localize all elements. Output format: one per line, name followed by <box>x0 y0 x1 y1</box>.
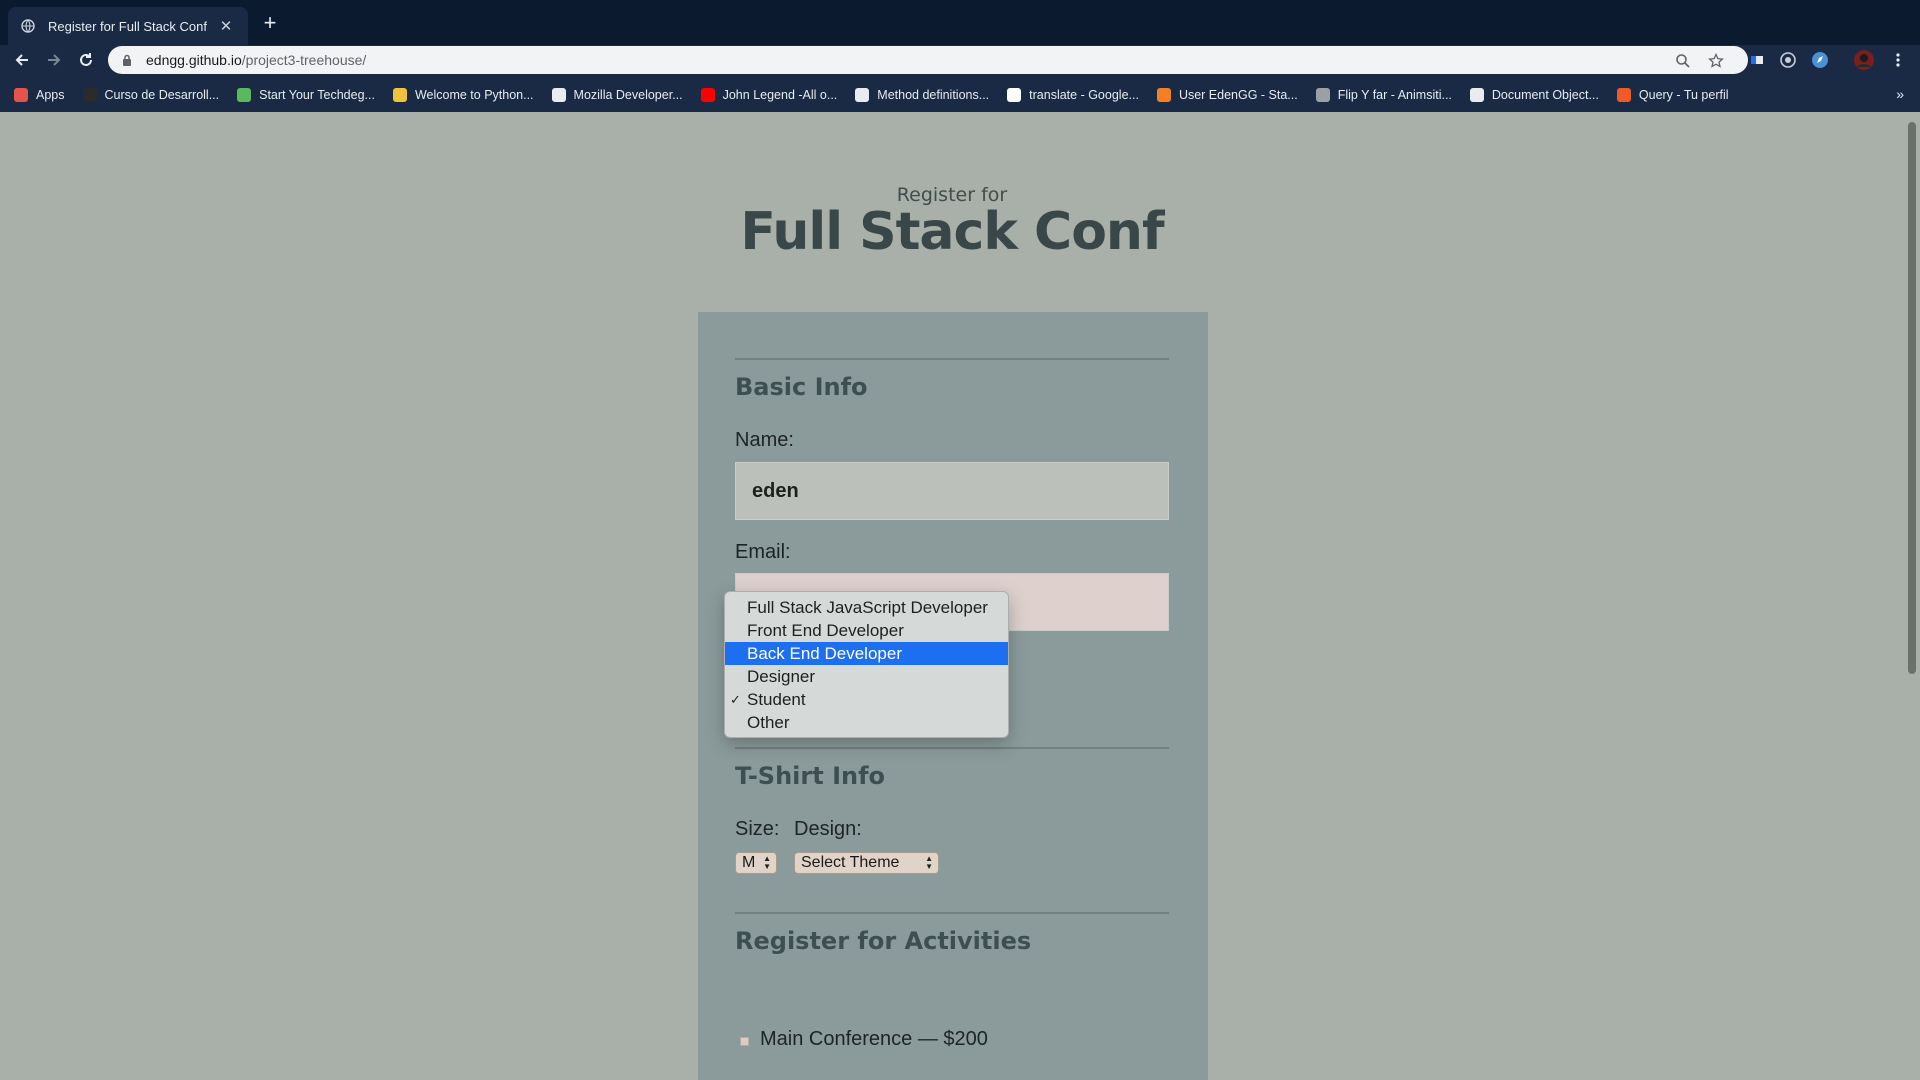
bookmark-item[interactable]: Flip Y far - Animsiti... <box>1315 88 1452 102</box>
job-role-option-label: Designer <box>747 667 816 686</box>
bookmark-item[interactable]: Start Your Techdeg... <box>237 88 375 102</box>
back-arrow-icon[interactable] <box>10 48 34 72</box>
design-select[interactable]: Select Theme ▲ ▼ <box>794 852 939 874</box>
job-role-option[interactable]: ✓ Student <box>725 688 1008 711</box>
bookmark-favicon-icon <box>1315 88 1330 102</box>
extension-compass-icon[interactable] <box>1810 50 1830 70</box>
globe-icon <box>20 18 36 34</box>
job-role-option[interactable]: Designer <box>725 665 1008 688</box>
bookmark-item[interactable]: User EdenGG - Sta... <box>1156 88 1298 102</box>
bookmark-label: Welcome to Python... <box>414 88 534 102</box>
bookmark-favicon-icon <box>1156 88 1171 102</box>
job-role-option[interactable]: Back End Developer <box>725 642 1008 665</box>
bookmark-label: Flip Y far - Animsiti... <box>1337 88 1452 102</box>
address-bar[interactable]: edngg.github.io/project3-treehouse/ <box>108 46 1748 74</box>
star-icon[interactable] <box>1707 52 1725 70</box>
bookmark-label: Curso de Desarroll... <box>104 88 220 102</box>
url-path: /project3-treehouse/ <box>241 52 367 68</box>
bookmark-favicon-icon <box>1007 88 1022 102</box>
size-label: Size: <box>735 818 780 840</box>
apps-grid-icon <box>14 88 28 102</box>
job-role-dropdown-menu[interactable]: Full Stack JavaScript Developer Front End… <box>724 591 1009 738</box>
bookmark-favicon-icon <box>237 88 252 102</box>
section-divider <box>735 912 1169 914</box>
profile-avatar[interactable] <box>1854 50 1874 70</box>
bookmark-item[interactable]: John Legend -All o... <box>700 88 838 102</box>
select-arrows-icon: ▲ ▼ <box>925 854 933 871</box>
job-role-option[interactable]: Front End Developer <box>725 619 1008 642</box>
name-label: Name: <box>735 429 794 451</box>
bookmark-label: Query - Tu perfil <box>1638 88 1729 102</box>
bookmark-label: John Legend -All o... <box>722 88 838 102</box>
bookmark-label: Method definitions... <box>877 88 990 102</box>
bookmark-item[interactable]: Curso de Desarroll... <box>82 88 220 102</box>
bookmark-label: Mozilla Developer... <box>573 88 683 102</box>
forward-arrow-icon[interactable] <box>42 48 66 72</box>
bookmark-item[interactable]: Apps <box>14 88 65 102</box>
tab-title: Register for Full Stack Conf <box>48 18 207 34</box>
main-conference-label[interactable]: Main Conference — $200 <box>760 1028 988 1051</box>
url-host: edngg.github.io <box>146 52 242 68</box>
extension-flag-icon[interactable] <box>1747 50 1767 70</box>
bookmark-favicon-icon <box>392 88 407 102</box>
bookmark-favicon-icon <box>700 88 715 102</box>
job-role-option-label: Full Stack JavaScript Developer <box>747 598 988 617</box>
job-role-option[interactable]: Other <box>725 711 1008 734</box>
name-input[interactable]: eden <box>735 462 1169 520</box>
job-role-option-label: Other <box>747 713 790 732</box>
design-select-value: Select Theme <box>801 854 900 871</box>
bookmark-item[interactable]: Mozilla Developer... <box>551 88 683 102</box>
bookmark-item[interactable]: translate - Google... <box>1007 88 1139 102</box>
bookmark-label: Start Your Techdeg... <box>259 88 375 102</box>
lock-icon <box>122 53 136 67</box>
extension-target-icon[interactable] <box>1778 50 1798 70</box>
activities-heading: Register for Activities <box>735 927 1032 955</box>
zoom-icon[interactable] <box>1674 52 1692 70</box>
bookmark-favicon-icon <box>551 88 566 102</box>
bookmark-label: translate - Google... <box>1029 88 1139 102</box>
job-role-option-label: Student <box>747 690 806 709</box>
bookmark-item[interactable]: Method definitions... <box>855 88 989 102</box>
bookmark-label: Apps <box>36 88 65 102</box>
reload-icon[interactable] <box>74 48 98 72</box>
new-tab-button[interactable]: + <box>258 11 282 35</box>
bookmark-favicon-icon <box>855 88 870 102</box>
size-select-value: M <box>742 854 756 871</box>
bookmark-label: Document Object... <box>1491 88 1599 102</box>
size-select[interactable]: M ▲ ▼ <box>735 852 777 874</box>
bookmark-favicon-icon <box>1616 88 1631 102</box>
job-role-option-label: Front End Developer <box>747 621 904 640</box>
more-bookmarks-button[interactable]: » <box>1896 86 1904 102</box>
bookmarks-bar: Apps Curso de Desarroll... Start Your Tech… <box>0 82 1920 108</box>
bookmark-item[interactable]: Query - Tu perfil <box>1616 88 1729 102</box>
job-role-option[interactable]: Full Stack JavaScript Developer <box>725 596 1008 619</box>
browser-tab[interactable]: Register for Full Stack Conf ✕ <box>8 7 248 45</box>
job-role-option-label: Back End Developer <box>747 644 902 663</box>
main-conference-checkbox[interactable] <box>740 1037 749 1046</box>
basic-info-heading: Basic Info <box>735 373 868 401</box>
browser-tabstrip <box>0 0 1920 45</box>
tshirt-info-heading: T-Shirt Info <box>735 762 886 790</box>
page-title: Full Stack Conf <box>740 202 1164 262</box>
bookmark-item[interactable]: Welcome to Python... <box>392 88 534 102</box>
close-tab-icon[interactable]: ✕ <box>216 17 236 35</box>
bookmark-favicon-icon <box>82 88 97 102</box>
section-divider <box>735 358 1169 360</box>
email-label: Email: <box>735 541 791 563</box>
section-divider <box>735 747 1169 749</box>
bookmark-item[interactable]: Document Object... <box>1469 88 1599 102</box>
menu-kebab-icon[interactable] <box>1888 50 1908 70</box>
bookmark-label: User EdenGG - Sta... <box>1178 88 1298 102</box>
scrollbar-thumb[interactable] <box>1908 122 1916 674</box>
design-label: Design: <box>794 818 862 840</box>
checkmark-icon: ✓ <box>730 692 741 707</box>
bookmark-favicon-icon <box>1469 88 1484 102</box>
select-arrows-icon: ▲ ▼ <box>763 854 771 871</box>
